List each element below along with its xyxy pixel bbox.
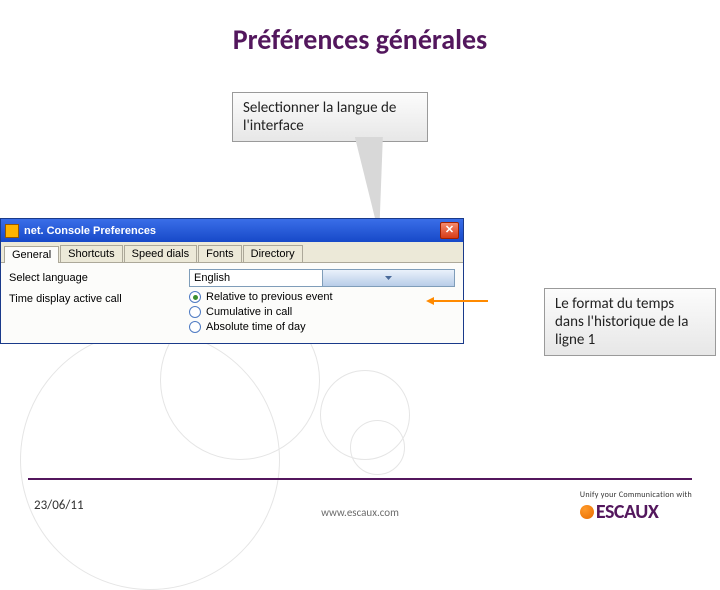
brand-logo: Unify your Communication with ESCAUX bbox=[580, 490, 692, 524]
radio-label: Cumulative in call bbox=[206, 306, 292, 318]
tab-speed-dials[interactable]: Speed dials bbox=[124, 245, 198, 262]
chevron-down-icon bbox=[322, 270, 455, 286]
close-button[interactable]: ✕ bbox=[440, 222, 459, 239]
radio-relative[interactable]: Relative to previous event bbox=[189, 291, 455, 303]
footer-divider bbox=[28, 478, 692, 480]
language-dropdown[interactable]: English bbox=[189, 269, 455, 287]
radio-label: Relative to previous event bbox=[206, 291, 333, 303]
callout-language: Selectionner la langue de l'interface bbox=[232, 92, 428, 142]
tab-bar: General Shortcuts Speed dials Fonts Dire… bbox=[1, 242, 463, 263]
tab-pane: Select language English Time display act… bbox=[1, 263, 463, 343]
radio-icon bbox=[189, 306, 201, 318]
logo-ball-icon bbox=[580, 505, 594, 519]
preferences-window: net. Console Preferences ✕ General Short… bbox=[0, 218, 464, 344]
slide-title: Préférences générales bbox=[0, 0, 720, 57]
tab-fonts[interactable]: Fonts bbox=[198, 245, 242, 262]
brand-name: ESCAUX bbox=[580, 500, 692, 524]
app-icon bbox=[5, 224, 19, 238]
annotation-arrow bbox=[432, 300, 488, 302]
close-icon: ✕ bbox=[445, 225, 454, 236]
brand-tagline: Unify your Communication with bbox=[580, 490, 692, 500]
radio-cumulative[interactable]: Cumulative in call bbox=[189, 306, 455, 318]
window-titlebar: net. Console Preferences ✕ bbox=[1, 219, 463, 242]
radio-icon bbox=[189, 291, 201, 303]
callout-time-format: Le format du temps dans l'historique de … bbox=[544, 288, 716, 356]
radio-label: Absolute time of day bbox=[206, 321, 306, 333]
language-value: English bbox=[190, 272, 322, 284]
tab-shortcuts[interactable]: Shortcuts bbox=[60, 245, 122, 262]
time-display-label: Time display active call bbox=[9, 291, 189, 305]
window-title: net. Console Preferences bbox=[24, 225, 156, 237]
select-language-label: Select language bbox=[9, 272, 189, 284]
tab-general[interactable]: General bbox=[4, 246, 59, 263]
tab-directory[interactable]: Directory bbox=[243, 245, 303, 262]
bg-circle bbox=[350, 420, 405, 475]
radio-absolute[interactable]: Absolute time of day bbox=[189, 321, 455, 333]
radio-icon bbox=[189, 321, 201, 333]
time-display-radio-group: Relative to previous event Cumulative in… bbox=[189, 291, 455, 333]
